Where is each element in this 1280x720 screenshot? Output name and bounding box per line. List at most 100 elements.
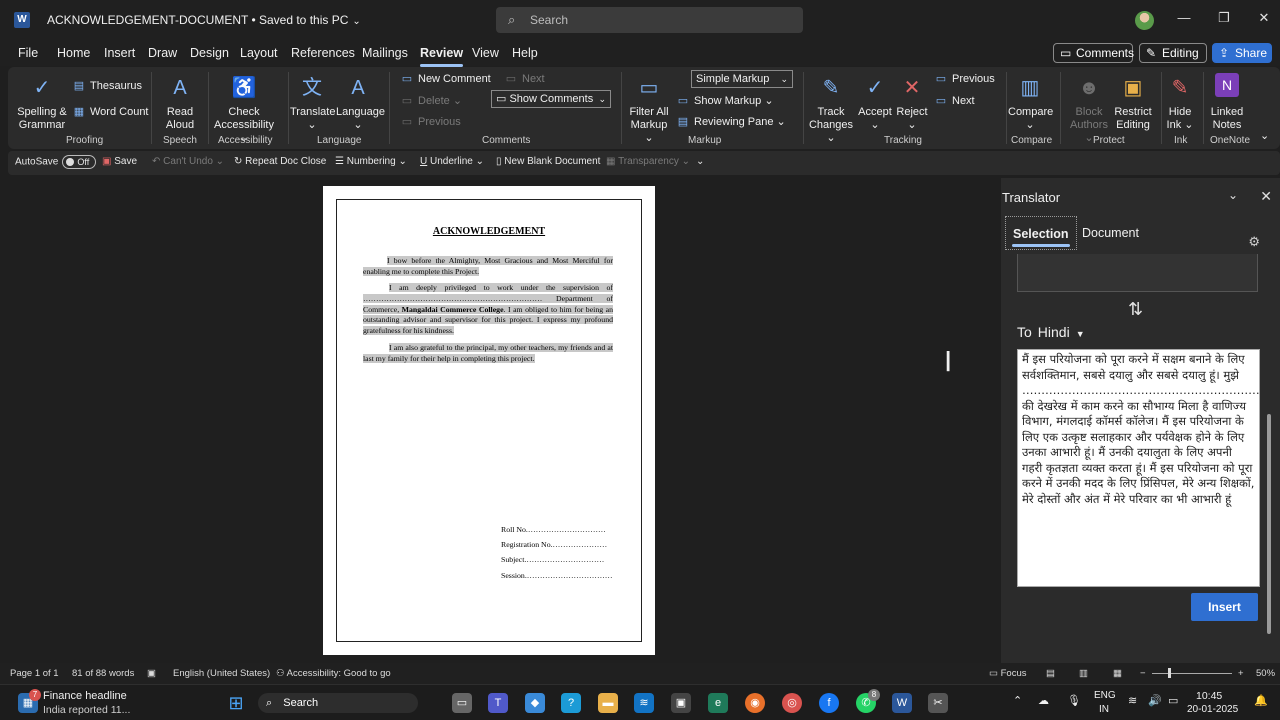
translate-button[interactable]: 文 Translate ⌄ xyxy=(290,73,335,132)
tab-references[interactable]: References xyxy=(291,46,355,60)
tab-help[interactable]: Help xyxy=(512,46,538,60)
show-comments-button[interactable]: ▭ Show Comments ⌄ xyxy=(491,90,611,108)
tab-selection[interactable]: Selection xyxy=(1005,216,1077,250)
previous-comment-button[interactable]: ▭ Previous xyxy=(400,115,461,128)
app-icon[interactable]: ≋ xyxy=(634,693,654,713)
tab-home[interactable]: Home xyxy=(57,46,90,60)
zoom-out-icon[interactable]: − xyxy=(1140,668,1146,679)
translation-output[interactable]: मैं इस परियोजना को पूरा करने में सक्षम ब… xyxy=(1017,349,1260,587)
reject-button[interactable]: ✕ Reject ⌄ xyxy=(894,73,930,132)
customize-qat-icon[interactable]: ⌄ xyxy=(696,156,704,167)
tab-insert[interactable]: Insert xyxy=(104,46,135,60)
tab-view[interactable]: View xyxy=(472,46,499,60)
source-text-box[interactable] xyxy=(1017,254,1258,292)
input-language-bottom[interactable]: IN xyxy=(1099,704,1109,715)
editing-mode-button[interactable]: ✎Editing ⌄ xyxy=(1139,43,1207,78)
word-count-button[interactable]: ▦ Word Count xyxy=(72,105,149,118)
reviewing-pane-button[interactable]: ▤ Reviewing Pane ⌄ xyxy=(676,115,786,128)
pane-options-icon[interactable]: ⌄ xyxy=(1228,188,1238,202)
scrollbar-thumb[interactable] xyxy=(1267,414,1271,634)
thesaurus-button[interactable]: ▤ Thesaurus xyxy=(72,79,142,92)
autosave-toggle[interactable]: AutoSave Off xyxy=(15,155,97,169)
minimize-icon[interactable]: — xyxy=(1174,10,1194,25)
teams-icon[interactable]: T xyxy=(488,693,508,713)
clock-time[interactable]: 10:45 xyxy=(1196,690,1222,702)
onedrive-icon[interactable]: ☁ xyxy=(1038,694,1049,707)
share-button[interactable]: ⇪Share ⌄ xyxy=(1212,43,1272,78)
print-layout-icon[interactable]: ▥ xyxy=(1079,668,1088,679)
firefox-icon[interactable]: ◉ xyxy=(745,693,765,713)
word-taskbar-icon[interactable]: W xyxy=(892,693,912,713)
tab-mailings[interactable]: Mailings xyxy=(362,46,408,60)
save-button[interactable]: ▣ Save xyxy=(102,156,137,167)
repeat-button[interactable]: ↻ Repeat Doc Close xyxy=(234,156,326,167)
close-pane-icon[interactable]: ✕ xyxy=(1260,188,1272,205)
undo-button[interactable]: ↶ Can't Undo ⌄ xyxy=(152,156,224,167)
help-icon[interactable]: ? xyxy=(561,693,581,713)
focus-button[interactable]: ▭ Focus xyxy=(989,668,1027,679)
delete-comment-button[interactable]: ▭ Delete ⌄ xyxy=(400,94,462,107)
markup-mode-dropdown[interactable]: Simple Markup ⌄ xyxy=(691,70,793,88)
restrict-editing-button[interactable]: ▣ Restrict Editing xyxy=(1112,73,1154,132)
hide-ink-button[interactable]: ✎ Hide Ink ⌄ xyxy=(1163,73,1197,132)
tab-layout[interactable]: Layout xyxy=(240,46,278,60)
document-page[interactable]: ACKNOWLEDGEMENT I bow before the Almight… xyxy=(323,186,655,655)
zoom-level[interactable]: 50% xyxy=(1256,668,1275,679)
avatar[interactable] xyxy=(1135,11,1154,30)
transparency-button[interactable]: ▦ Transparency ⌄ xyxy=(606,156,690,167)
pane-scrollbar[interactable] xyxy=(1266,254,1272,649)
restore-icon[interactable]: ❐ xyxy=(1214,10,1234,26)
comments-button[interactable]: ▭ Comments xyxy=(1053,43,1134,63)
insert-button[interactable]: Insert xyxy=(1191,593,1258,621)
wifi-icon[interactable]: ≋ xyxy=(1128,694,1137,707)
new-blank-document-button[interactable]: ▯ New Blank Document xyxy=(496,156,600,167)
zoom-in-icon[interactable]: + xyxy=(1238,668,1244,679)
read-mode-icon[interactable]: ▤ xyxy=(1046,668,1055,679)
file-explorer-icon[interactable]: ▬ xyxy=(598,693,618,713)
search-box[interactable]: ⌕ Search xyxy=(496,7,803,33)
facebook-icon[interactable]: f xyxy=(819,693,839,713)
gear-icon[interactable]: ⚙ xyxy=(1248,234,1260,250)
input-language-top[interactable]: ENG xyxy=(1094,690,1116,701)
volume-icon[interactable]: 🔊 xyxy=(1148,694,1162,707)
page-count[interactable]: Page 1 of 1 xyxy=(10,668,59,679)
compare-button[interactable]: ▥ Compare ⌄ xyxy=(1008,73,1053,132)
next-comment-button[interactable]: ▭ Next xyxy=(504,72,545,85)
document-language[interactable]: English (United States) xyxy=(173,668,270,679)
chrome-icon[interactable]: ◎ xyxy=(782,693,802,713)
filter-markup-button[interactable]: ▭ Filter All Markup ⌄ xyxy=(626,73,672,145)
taskbar-search[interactable]: ⌕ Search xyxy=(258,693,418,713)
language-button[interactable]: A Language ⌄ xyxy=(336,73,385,132)
numbering-button[interactable]: ☰ Numbering ⌄ xyxy=(335,156,407,167)
swap-languages-icon[interactable]: ⇅ xyxy=(1128,299,1143,320)
previous-change-button[interactable]: ▭ Previous xyxy=(934,72,995,85)
snipping-tool-icon[interactable]: ✂ xyxy=(928,693,948,713)
next-change-button[interactable]: ▭ Next xyxy=(934,94,975,107)
new-comment-button[interactable]: ▭ New Comment xyxy=(400,72,491,85)
read-aloud-button[interactable]: A Read Aloud xyxy=(158,73,202,132)
store-icon[interactable]: ▣ xyxy=(671,693,691,713)
accessibility-status[interactable]: ⚇ Accessibility: Good to go xyxy=(276,668,391,679)
task-view-icon[interactable]: ▭ xyxy=(452,693,472,713)
proofing-status-icon[interactable]: ▣ xyxy=(147,668,156,679)
spelling-grammar-button[interactable]: ✓ Spelling & Grammar xyxy=(14,73,70,132)
track-changes-button[interactable]: ✎ Track Changes ⌄ xyxy=(806,73,856,145)
copilot-icon[interactable]: ◆ xyxy=(525,693,545,713)
zoom-slider[interactable] xyxy=(1152,673,1232,674)
linked-notes-button[interactable]: N Linked Notes xyxy=(1206,73,1248,132)
show-hidden-icons-icon[interactable]: ⌃ xyxy=(1013,694,1022,707)
tab-file[interactable]: File xyxy=(18,46,38,60)
microphone-icon[interactable]: 🎙 xyxy=(1067,694,1081,707)
battery-icon[interactable]: ▭ xyxy=(1168,694,1178,707)
news-subtitle[interactable]: India reported 11... xyxy=(43,704,130,716)
document-title[interactable]: ACKNOWLEDGEMENT-DOCUMENT • Saved to this… xyxy=(47,13,361,27)
target-language-selector[interactable]: To Hindi ▼ xyxy=(1017,324,1085,340)
close-icon[interactable]: ✕ xyxy=(1254,10,1274,26)
collapse-ribbon-icon[interactable]: ⌄ xyxy=(1260,129,1269,142)
tab-design[interactable]: Design xyxy=(190,46,229,60)
tab-draw[interactable]: Draw xyxy=(148,46,177,60)
tab-document[interactable]: Document xyxy=(1075,216,1146,250)
tab-review[interactable]: Review xyxy=(420,46,464,67)
notifications-icon[interactable]: 🔔 xyxy=(1254,694,1268,707)
web-layout-icon[interactable]: ▦ xyxy=(1113,668,1122,679)
